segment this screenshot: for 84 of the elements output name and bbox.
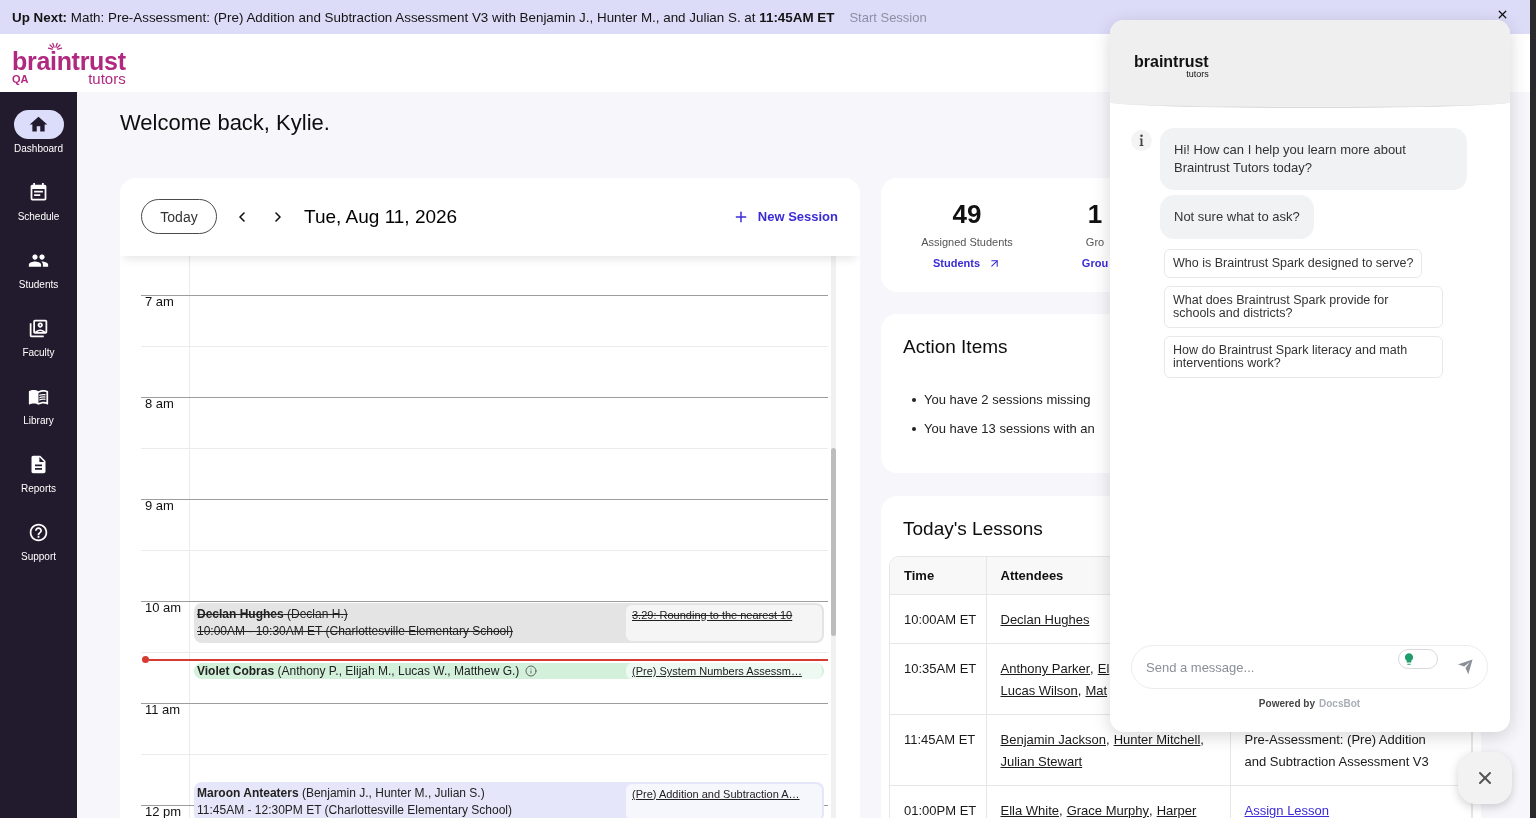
attendee-link[interactable]: Harper	[1156, 803, 1197, 818]
bullet-icon	[912, 397, 916, 402]
logo-wordmark: braintrust	[12, 50, 126, 72]
hour-label: 8 am	[145, 398, 174, 410]
hour-label: 9 am	[145, 500, 174, 512]
bot-message: Not sure what to ask?	[1160, 195, 1314, 239]
time-cell: 10:35AM ET	[890, 643, 986, 715]
attendee-link[interactable]: Benjamin Jackson,	[1000, 732, 1110, 747]
lesson-link[interactable]: (Pre) System Numbers Assessm…	[626, 663, 822, 679]
time-cell: 11:45AM ET	[890, 714, 986, 786]
home-icon	[28, 114, 49, 135]
card-title: Action Items	[903, 336, 1008, 358]
powered-by-text: Powered by	[1258, 698, 1315, 710]
attendee-link[interactable]: Grace Murphy,	[1066, 803, 1153, 818]
calendar-date: Tue, Aug 11, 2026	[304, 204, 458, 229]
time-cell: 01:00PM ET	[890, 785, 986, 818]
event-details: 10:00AM - 10:30AM ET (Charlottesville Elementary School)	[197, 623, 514, 640]
attendee-link[interactable]: Anthony Parker,	[1000, 661, 1094, 676]
attendee-link[interactable]: Declan Hughes	[1000, 612, 1090, 627]
chat-logo-wordmark: braintrust	[1134, 54, 1209, 70]
help-icon	[28, 522, 49, 543]
stat-link[interactable]: Students	[932, 256, 1002, 270]
calendar-event[interactable]: Violet Cobras (Anthony P., Elijah M., Lucas W., Matthew G.) (Pre) System Numbers Assessm…	[194, 663, 824, 679]
welcome-heading: Welcome back, Kylie.	[120, 109, 330, 137]
attendee-link[interactable]: Lucas Wilson,	[1000, 683, 1082, 698]
hour-label: 12 pm	[145, 806, 182, 818]
close-icon	[1496, 8, 1509, 21]
stat-label: Gro	[1085, 235, 1105, 249]
stat-value: 49	[952, 200, 982, 228]
dismiss-button[interactable]	[1496, 8, 1509, 21]
up-next-text: Up Next: Math: Pre-Assessment: (Pre) Addition and Subtraction Assessment V3 with Benjamin J., Hunter M., and Julian S. at 11:45AM ET	[12, 9, 835, 25]
scrollbar-thumb[interactable]	[831, 448, 836, 636]
attendee-link[interactable]: Hunter Mitchell,	[1113, 732, 1204, 747]
card-title: Today's Lessons	[903, 518, 1043, 540]
attendee-link[interactable]: Mat	[1085, 683, 1108, 698]
lesson-link[interactable]: 3.29: Rounding to the nearest 10	[626, 605, 822, 641]
hour-label: 11 am	[145, 704, 181, 716]
calendar-event[interactable]: Declan Hughes (Declan H.) 10:00AM - 10:30AM ET (Charlottesville Elementary School) 3.29: Rounding to the nearest 10	[194, 603, 824, 643]
event-title: Violet Cobras (Anthony P., Elijah M., Lucas W., Matthew G.)	[197, 663, 520, 679]
calendar-event[interactable]: Maroon Anteaters (Benjamin J., Hunter M., Julian S.) 11:45AM - 12:30PM ET (Charlottesville Elementary School) (Pre) Addition and Subtraction A…	[194, 781, 824, 818]
sidebar-item[interactable]: Reports	[13, 450, 64, 495]
event-title: Declan Hughes (Declan H.)	[197, 606, 348, 623]
lightbulb-icon	[1402, 652, 1416, 666]
environment-label: QA	[12, 73, 29, 85]
action-item-text: You have 13 sessions with an	[924, 420, 1095, 438]
send-button[interactable]	[1457, 658, 1474, 675]
suggestion-button[interactable]: What does Braintrust Spark provide for schools and districts?	[1164, 286, 1443, 328]
action-item-text: You have 2 sessions missing	[924, 391, 1091, 409]
attendee-link[interactable]: Julian Stewart	[1000, 754, 1083, 769]
close-chat-button[interactable]	[1458, 752, 1512, 804]
bullet-icon	[912, 426, 916, 431]
stat-label: Assigned Students	[921, 235, 1013, 249]
stat-value: 1	[1087, 200, 1103, 228]
lesson-link[interactable]: (Pre) Addition and Subtraction A…	[626, 783, 822, 818]
suggestion-button[interactable]: Who is Braintrust Spark designed to serve?	[1164, 249, 1423, 278]
sunburst-icon	[48, 41, 62, 50]
bot-message: Hi! How can I help you learn more about Braintrust Tutors today?	[1160, 128, 1467, 190]
sidebar-item[interactable]: Faculty	[13, 314, 64, 359]
suggestion-button[interactable]: How do Braintrust Spark literacy and math interventions work?	[1164, 336, 1443, 378]
calendar-icon	[28, 182, 49, 203]
send-icon	[1457, 658, 1474, 675]
new-session-button[interactable]: New Session	[732, 208, 838, 225]
info-icon	[1131, 130, 1152, 151]
column-header: Time	[890, 557, 986, 595]
time-cell: 10:00AM ET	[890, 594, 986, 644]
sidebar-item[interactable]: Students	[13, 246, 64, 291]
hour-label: 10 am	[145, 602, 182, 614]
document-icon	[28, 454, 49, 475]
logo-tagline: tutors	[88, 72, 126, 85]
today-button[interactable]: Today	[141, 199, 217, 234]
suggestions-toggle[interactable]	[1398, 649, 1438, 669]
stat-link[interactable]: Grou	[1081, 256, 1109, 270]
assign-lesson-link[interactable]: Assign Lesson	[1244, 803, 1330, 818]
sidebar-item[interactable]: Schedule	[13, 178, 64, 223]
message-input[interactable]: Send a message...	[1131, 645, 1488, 689]
sidebar-item[interactable]: Library	[13, 382, 64, 427]
event-details: 11:45AM - 12:30PM ET (Charlottesville Elementary School)	[197, 801, 514, 818]
hour-label: 7 am	[145, 296, 174, 308]
chat-logo-tagline: tutors	[1186, 70, 1209, 79]
attendee-link[interactable]: Ella White,	[1000, 803, 1063, 818]
sidebar-item[interactable]: Support	[13, 518, 64, 563]
event-title: Maroon Anteaters (Benjamin J., Hunter M., Julian S.)	[197, 784, 485, 802]
attendee-link[interactable]: El	[1097, 661, 1110, 676]
contact-card-icon	[28, 318, 49, 339]
